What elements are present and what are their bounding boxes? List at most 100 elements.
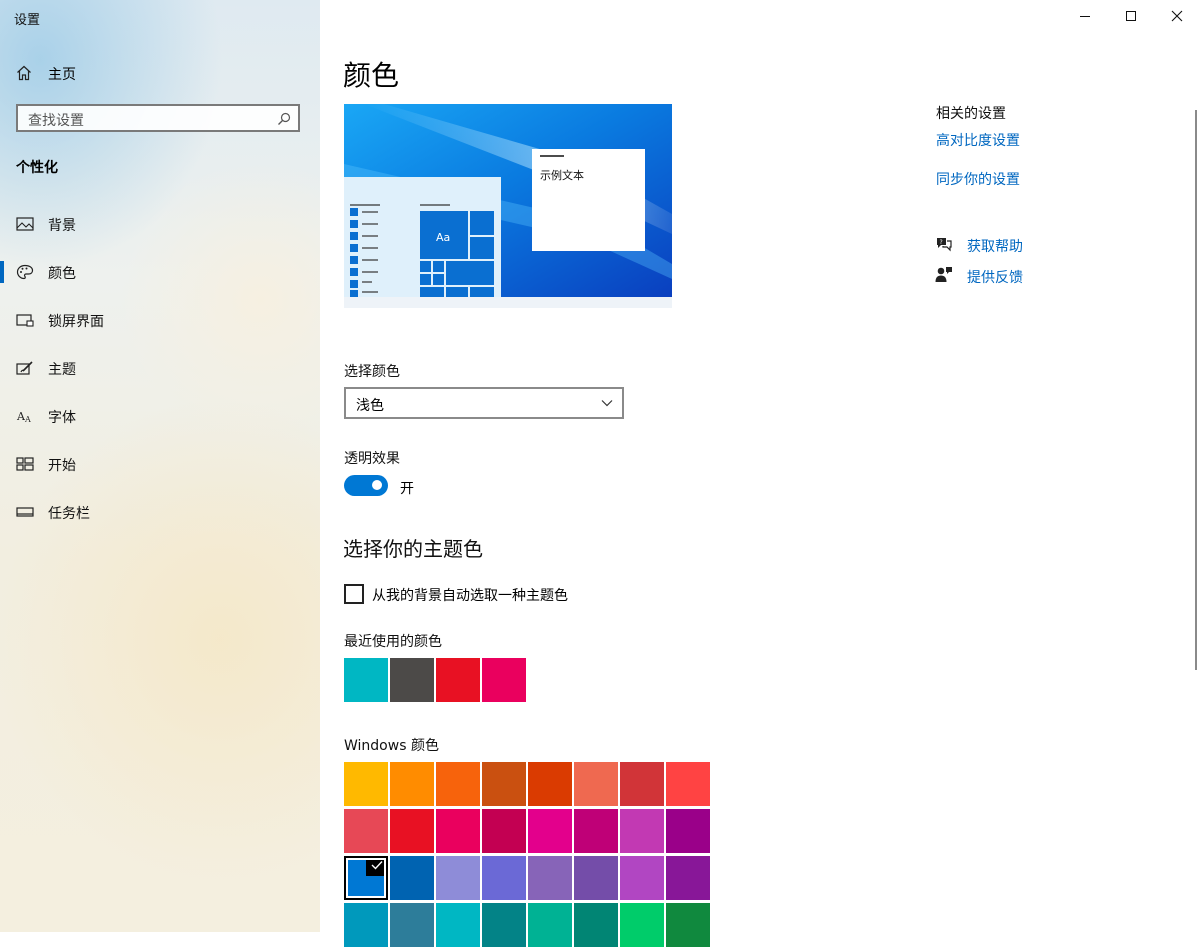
sidebar-item-label: 颜色 [48, 266, 76, 282]
sidebar-item-label: 锁屏界面 [48, 314, 104, 330]
auto-accent-checkbox[interactable] [344, 584, 364, 604]
font-icon: A A [16, 410, 31, 424]
sidebar-item-taskbar[interactable]: 任务栏 [0, 495, 320, 529]
sidebar-item-themes[interactable]: 主题 [0, 351, 320, 385]
auto-accent-label: 从我的背景自动选取一种主题色 [372, 588, 568, 604]
windows-color-swatch[interactable] [666, 809, 710, 853]
windows-color-swatch[interactable] [666, 856, 710, 900]
transparency-label: 透明效果 [344, 451, 400, 467]
recent-color-swatch[interactable] [344, 658, 388, 702]
windows-color-swatch[interactable] [344, 762, 388, 806]
sidebar-item-lock-screen[interactable]: 锁屏界面 [0, 303, 320, 337]
svg-text:?: ? [940, 239, 943, 246]
choose-color-dropdown[interactable]: 浅色 [344, 387, 624, 419]
theme-brush-icon [16, 361, 33, 375]
sidebar-item-background[interactable]: 背景 [0, 207, 320, 241]
recent-color-swatch[interactable] [482, 658, 526, 702]
windows-color-swatch[interactable] [666, 903, 710, 947]
search-box[interactable]: 查找设置 [16, 104, 300, 132]
scrollbar[interactable] [1195, 110, 1197, 670]
windows-color-swatch[interactable] [436, 903, 480, 947]
windows-color-swatch[interactable] [390, 809, 434, 853]
nav-home[interactable]: 主页 [0, 60, 320, 86]
section-title: 个性化 [16, 160, 58, 176]
windows-colors-label: Windows 颜色 [344, 738, 439, 754]
recent-color-swatch[interactable] [390, 658, 434, 702]
sidebar-item-label: 任务栏 [48, 506, 90, 522]
sidebar-item-start[interactable]: 开始 [0, 447, 320, 481]
preview-image: Aa 示例文本 [344, 104, 672, 308]
svg-text:A: A [24, 415, 31, 424]
related-settings-title: 相关的设置 [936, 106, 1006, 122]
checkmark-icon [366, 856, 388, 876]
app-title: 设置 [14, 13, 41, 28]
windows-color-swatch[interactable] [620, 903, 664, 947]
preview-sample-text: 示例文本 [540, 168, 584, 182]
high-contrast-link[interactable]: 高对比度设置 [936, 130, 1020, 150]
windows-color-swatch[interactable] [436, 809, 480, 853]
windows-color-swatch[interactable] [482, 809, 526, 853]
windows-color-swatch[interactable] [390, 856, 434, 900]
windows-color-swatch[interactable] [574, 856, 618, 900]
windows-color-swatch[interactable] [390, 903, 434, 947]
windows-color-swatch[interactable] [528, 809, 572, 853]
home-icon [17, 65, 31, 81]
give-feedback-link[interactable]: 提供反馈 [967, 267, 1023, 287]
transparency-toggle[interactable] [344, 475, 388, 496]
page-title: 颜色 [343, 59, 400, 92]
windows-color-swatch[interactable] [436, 856, 480, 900]
windows-color-swatch[interactable] [620, 856, 664, 900]
search-placeholder: 查找设置 [28, 113, 84, 129]
maximize-button[interactable] [1108, 0, 1154, 32]
get-help-link[interactable]: 获取帮助 [967, 236, 1023, 256]
windows-color-swatch[interactable] [574, 809, 618, 853]
windows-color-swatch[interactable] [620, 762, 664, 806]
preview-tile-text: Aa [436, 231, 450, 244]
sidebar-item-label: 字体 [48, 410, 76, 426]
toggle-knob [372, 480, 382, 490]
windows-color-swatch[interactable] [482, 856, 526, 900]
windows-color-swatch[interactable] [574, 903, 618, 947]
windows-color-swatch[interactable] [344, 903, 388, 947]
transparency-state-label: 开 [400, 481, 414, 497]
nav-home-label: 主页 [48, 67, 76, 83]
help-chat-icon: ? [937, 238, 952, 252]
close-icon [1171, 10, 1183, 22]
close-button[interactable] [1154, 0, 1200, 32]
search-icon [278, 112, 291, 125]
sidebar-item-label: 背景 [48, 218, 76, 234]
windows-color-swatch[interactable] [666, 762, 710, 806]
start-menu-icon [16, 457, 34, 471]
windows-color-swatch[interactable] [436, 762, 480, 806]
windows-color-swatch[interactable] [620, 809, 664, 853]
sidebar-item-fonts[interactable]: A A 字体 [0, 399, 320, 433]
feedback-icon [935, 267, 952, 282]
selection-indicator [0, 261, 4, 283]
chevron-down-icon [601, 400, 613, 407]
windows-color-swatch[interactable] [528, 903, 572, 947]
windows-color-swatch[interactable] [528, 762, 572, 806]
choose-color-label: 选择颜色 [344, 364, 400, 380]
windows-color-swatch[interactable] [344, 809, 388, 853]
recent-color-swatch[interactable] [436, 658, 480, 702]
accent-heading: 选择你的主题色 [343, 537, 483, 561]
recent-colors-label: 最近使用的颜色 [344, 634, 442, 650]
picture-icon [16, 217, 34, 231]
taskbar-icon [16, 507, 34, 517]
windows-color-swatch[interactable] [482, 903, 526, 947]
windows-color-swatch[interactable] [574, 762, 618, 806]
windows-color-swatch[interactable] [390, 762, 434, 806]
color-preview: Aa 示例文本 [344, 104, 672, 308]
windows-color-swatch[interactable] [482, 762, 526, 806]
sidebar: 设置 主页 查找设置 个性化 背景 颜色 锁屏界面 主题 A A 字体 开始 任… [0, 0, 320, 932]
windows-color-swatch[interactable] [528, 856, 572, 900]
windows-color-swatch[interactable] [344, 856, 388, 900]
choose-color-value: 浅色 [356, 398, 384, 414]
sidebar-item-colors[interactable]: 颜色 [0, 255, 320, 289]
sidebar-item-label: 开始 [48, 458, 76, 474]
maximize-icon [1126, 11, 1136, 21]
sidebar-item-label: 主题 [48, 362, 76, 378]
sync-settings-link[interactable]: 同步你的设置 [936, 169, 1020, 189]
minimize-button[interactable] [1062, 0, 1108, 32]
minimize-icon [1080, 16, 1090, 17]
